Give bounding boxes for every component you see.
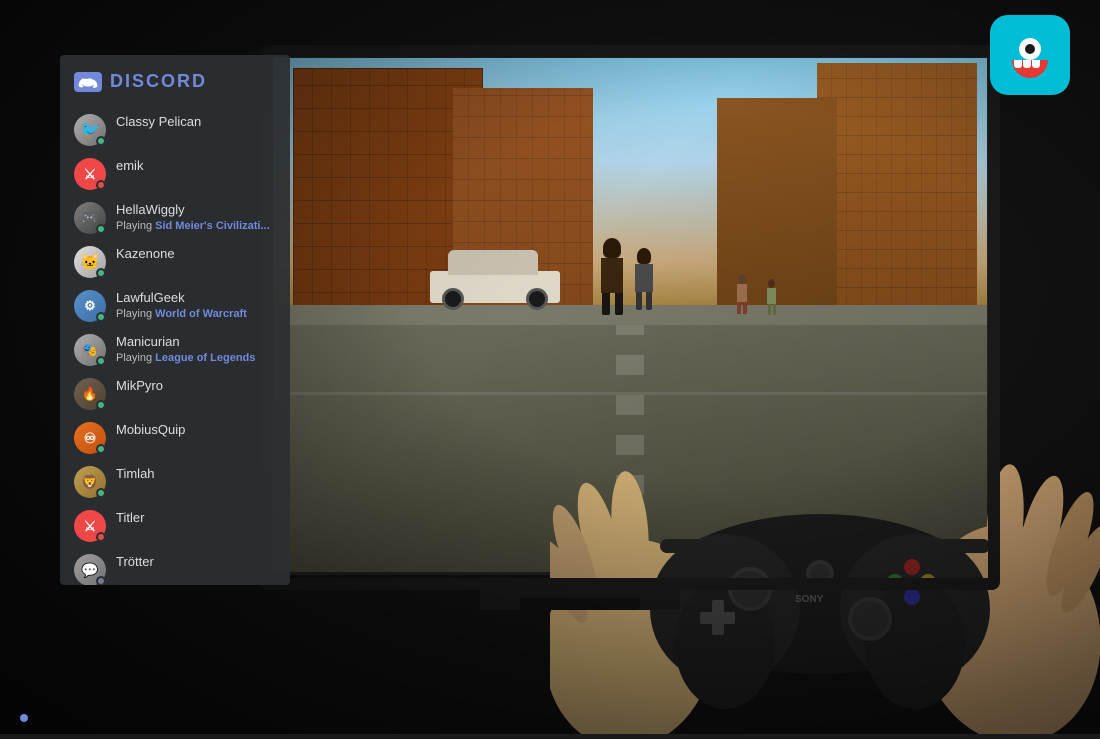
user-activity-lawfulgeek: Playing World of Warcraft xyxy=(116,307,247,321)
user-info-manicurian: Manicurian Playing League of Legends xyxy=(116,334,255,365)
streamme-logo[interactable] xyxy=(990,15,1070,95)
status-dot-mikpyro xyxy=(96,400,106,410)
user-info-classy-pelican: Classy Pelican xyxy=(116,114,201,131)
streamme-face xyxy=(1005,30,1055,80)
user-item-manicurian[interactable]: 🎭 Manicurian Playing League of Legends xyxy=(68,328,282,372)
avatar-container-titler: ⚔ xyxy=(74,510,106,542)
avatar-container-mobiusquip: ♾ xyxy=(74,422,106,454)
username-mobiusquip: MobiusQuip xyxy=(116,422,185,439)
status-dot-timlah xyxy=(96,488,106,498)
status-dot-classy-pelican xyxy=(96,136,106,146)
tooth-1 xyxy=(1014,60,1022,68)
username-trotter: Trötter xyxy=(116,554,154,571)
user-info-mobiusquip: MobiusQuip xyxy=(116,422,185,439)
discord-header: DISCORD xyxy=(60,55,290,108)
user-item-hellawiggly[interactable]: 🎮 HellaWiggly Playing Sid Meier's Civili… xyxy=(68,196,282,240)
status-dot-titler xyxy=(96,532,106,542)
username-lawfulgeek: LawfulGeek xyxy=(116,290,247,307)
username-mikpyro: MikPyro xyxy=(116,378,163,395)
user-info-titler: Titler xyxy=(116,510,144,527)
user-item-emik[interactable]: ⚔ emik xyxy=(68,152,282,196)
user-info-kazenone: Kazenone xyxy=(116,246,175,263)
user-item-classy-pelican[interactable]: 🐦 Classy Pelican xyxy=(68,108,282,152)
username-emik: emik xyxy=(116,158,143,175)
tooth-2 xyxy=(1023,60,1031,68)
username-titler: Titler xyxy=(116,510,144,527)
user-item-mobiusquip[interactable]: ♾ MobiusQuip xyxy=(68,416,282,460)
user-item-titler[interactable]: ⚔ Titler xyxy=(68,504,282,548)
user-item-trotter[interactable]: 💬 Trötter xyxy=(68,548,282,585)
avatar-container-timlah: 🦁 xyxy=(74,466,106,498)
status-dot-trotter xyxy=(96,576,106,585)
user-activity-manicurian: Playing League of Legends xyxy=(116,351,255,365)
avatar-container-mikpyro: 🔥 xyxy=(74,378,106,410)
discord-users-list: 🐦 Classy Pelican ⚔ emik 🎮 Hel xyxy=(60,108,290,585)
user-item-mikpyro[interactable]: 🔥 MikPyro xyxy=(68,372,282,416)
username-timlah: Timlah xyxy=(116,466,155,483)
svg-text:SONY: SONY xyxy=(795,594,824,605)
avatar-container-classy-pelican: 🐦 xyxy=(74,114,106,146)
status-dot-lawfulgeek xyxy=(96,312,106,322)
username-manicurian: Manicurian xyxy=(116,334,255,351)
user-info-emik: emik xyxy=(116,158,143,175)
status-dot-manicurian xyxy=(96,356,106,366)
avatar-container-lawfulgeek: ⚙ xyxy=(74,290,106,322)
tv-stand xyxy=(480,580,680,610)
user-item-lawfulgeek[interactable]: ⚙ LawfulGeek Playing World of Warcraft xyxy=(68,284,282,328)
user-info-trotter: Trötter xyxy=(116,554,154,571)
avatar-container-manicurian: 🎭 xyxy=(74,334,106,366)
tooth-3 xyxy=(1032,60,1040,68)
user-info-lawfulgeek: LawfulGeek Playing World of Warcraft xyxy=(116,290,247,321)
streamme-teeth xyxy=(1012,60,1042,68)
streamme-eye xyxy=(1019,38,1041,60)
user-activity-hellawiggly: Playing Sid Meier's Civilizati... xyxy=(116,219,270,233)
discord-panel: DISCORD 🐦 Classy Pelican ⚔ emik xyxy=(60,55,290,585)
controller-hands: SONY xyxy=(550,354,1100,734)
status-dot-hellawiggly xyxy=(96,224,106,234)
username-hellawiggly: HellaWiggly xyxy=(116,202,270,219)
user-item-kazenone[interactable]: 🐱 Kazenone xyxy=(68,240,282,284)
status-dot-mobiusquip xyxy=(96,444,106,454)
streamme-mouth xyxy=(1012,60,1048,78)
user-item-timlah[interactable]: 🦁 Timlah xyxy=(68,460,282,504)
username-kazenone: Kazenone xyxy=(116,246,175,263)
avatar-container-trotter: 💬 xyxy=(74,554,106,585)
discord-wordmark: DISCORD xyxy=(110,71,207,92)
avatar-container-emik: ⚔ xyxy=(74,158,106,190)
streamme-pupil xyxy=(1025,44,1035,54)
username-classy-pelican: Classy Pelican xyxy=(116,114,201,131)
avatar-container-hellawiggly: 🎮 xyxy=(74,202,106,234)
user-info-mikpyro: MikPyro xyxy=(116,378,163,395)
discord-logo-icon xyxy=(74,72,102,92)
status-dot-emik xyxy=(96,180,106,190)
user-info-timlah: Timlah xyxy=(116,466,155,483)
discord-indicator-dot xyxy=(20,714,28,722)
status-dot-kazenone xyxy=(96,268,106,278)
avatar-container-kazenone: 🐱 xyxy=(74,246,106,278)
user-info-hellawiggly: HellaWiggly Playing Sid Meier's Civiliza… xyxy=(116,202,270,233)
